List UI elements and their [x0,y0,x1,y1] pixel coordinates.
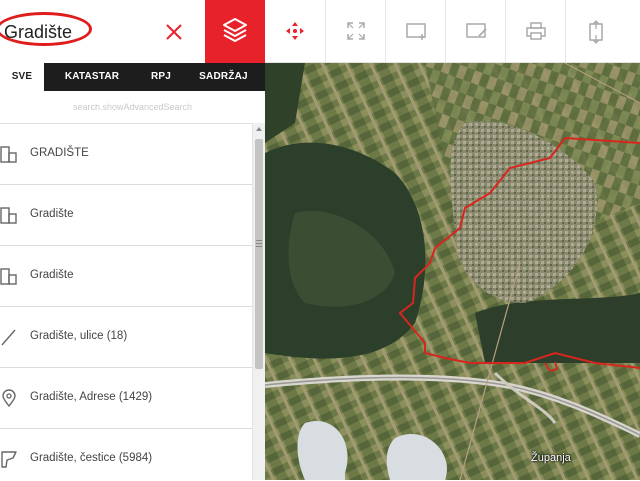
result-item[interactable]: Gradište [0,246,252,307]
tab-sve[interactable]: SVE [0,63,44,91]
result-label: GRADIŠTE [30,147,89,159]
move-arrows-icon [286,22,304,40]
edit-area-button[interactable] [445,0,505,62]
location-pin-icon [2,389,16,408]
result-item[interactable]: Gradište, ulice (18) [0,307,252,368]
result-item[interactable]: GRADIŠTE [0,124,252,185]
search-box [0,0,205,63]
layers-icon [223,18,247,42]
results-scrollbar[interactable] [252,123,265,480]
scroll-up-arrow[interactable] [256,127,262,131]
building-icon [0,207,17,224]
result-label: Gradište, ulice (18) [30,330,128,342]
result-item[interactable]: Gradište [0,185,252,246]
scroll-grip-line [256,240,262,241]
street-line-icon [1,329,16,346]
result-item[interactable]: Gradište, čestice (5984) [0,429,252,481]
tab-sadrzaj[interactable]: SADRŽAJ [182,63,265,91]
satellite-map[interactable] [265,63,640,480]
result-label: Gradište [30,208,74,220]
tab-rpj[interactable]: RPJ [140,63,182,91]
print-button[interactable] [505,0,565,62]
result-label: Gradište, čestice (5984) [30,452,153,464]
pan-move-button[interactable] [265,0,325,62]
close-icon [166,24,182,40]
map-place-label: Županja [531,452,571,464]
search-results-list: GRADIŠTE Gradište Gradište Gradište, uli… [0,123,252,481]
advanced-search-link[interactable]: search.showAdvancedSearch [0,91,265,123]
search-input[interactable] [4,20,154,44]
scroll-grip-line [256,246,262,247]
add-rectangle-icon [406,23,426,40]
result-label: Gradište [30,269,74,281]
map-imagery [265,63,640,480]
tab-katastar[interactable]: KATASTAR [44,63,140,91]
export-icon [589,20,603,44]
result-label: Gradište, Adrese (1429) [30,391,153,403]
result-item[interactable]: Gradište, Adrese (1429) [0,368,252,429]
map-toolbar [265,0,640,63]
clear-search-button[interactable] [160,18,188,46]
scroll-grip-line [256,243,262,244]
fullscreen-icon [347,22,365,40]
layers-button[interactable] [205,0,265,63]
building-icon [0,268,17,285]
add-area-button[interactable] [385,0,445,62]
print-icon [526,22,546,40]
export-button[interactable] [565,0,625,62]
building-icon [0,146,17,163]
search-tabs: SVE KATASTAR RPJ SADRŽAJ [0,63,265,91]
parcel-icon [1,451,17,468]
fullscreen-button[interactable] [325,0,385,62]
edit-rectangle-icon [466,23,487,38]
scrollbar-thumb[interactable] [255,139,263,369]
